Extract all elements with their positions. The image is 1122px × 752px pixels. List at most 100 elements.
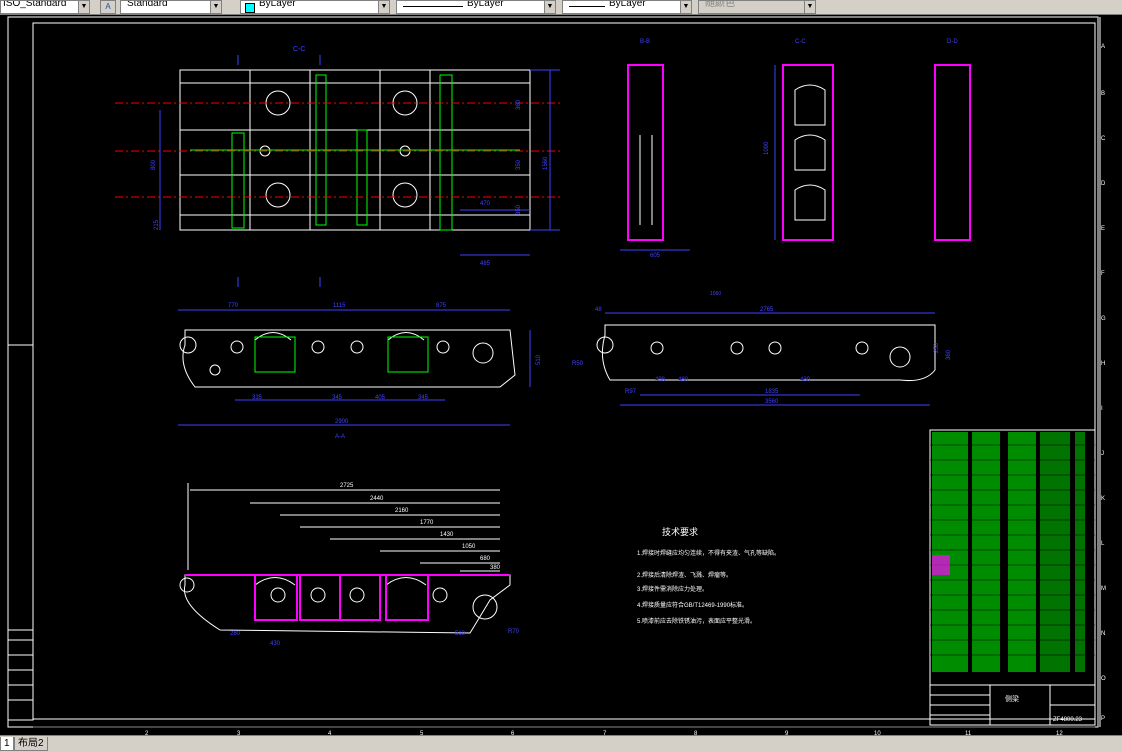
text-style-icon[interactable]: A — [100, 0, 116, 14]
dim-label: 360 — [516, 99, 522, 110]
color-swatch-icon — [245, 3, 255, 13]
dim-label: 215 — [154, 219, 160, 230]
dim-label: 345 — [418, 395, 429, 401]
dim-label: 498 — [655, 377, 666, 383]
dim-label: 2160 — [395, 508, 409, 514]
dim-label: 1560 — [543, 156, 549, 170]
plot-style-dropdown[interactable]: 随颜色 ▼ — [698, 0, 816, 14]
dim-label: 2440 — [370, 496, 384, 502]
section-views: B-B C-C D-D 605 1090 — [620, 39, 971, 259]
layer-color-dropdown[interactable]: ByLayer ▼ — [240, 0, 390, 14]
ruler-right: A B C D E F G H I J K L M N O P — [1101, 44, 1106, 722]
notes-title: 技术要求 — [662, 526, 698, 537]
view-label: A-A — [335, 434, 345, 440]
note-line: 1.焊接时焊缝应均匀连续，不得有夹渣、气孔等缺陷。 — [637, 549, 780, 557]
dim-label: 2765 — [760, 307, 774, 313]
dim-label: 875 — [436, 303, 447, 309]
ruler-label: N — [1101, 631, 1105, 637]
dim-label: R70 — [508, 629, 520, 635]
ruler-label: M — [1101, 586, 1106, 592]
dim-label: 280 — [230, 631, 241, 637]
ruler-label: C — [1101, 136, 1106, 142]
dimension-style-dropdown[interactable]: ISO_Standard ▼ — [0, 0, 90, 14]
ruler-label: B — [1101, 91, 1105, 97]
section-label: D-D — [947, 39, 958, 45]
ruler-label: H — [1101, 361, 1105, 367]
tab-label: 布局2 — [18, 738, 44, 749]
chevron-down-icon[interactable]: ▼ — [680, 1, 691, 13]
lineweight-sample-icon — [569, 6, 605, 7]
ruler-label: F — [1101, 271, 1105, 277]
section-label: C-C — [795, 39, 806, 45]
dim-label: 250 — [934, 342, 940, 353]
dim-label: 1060 — [710, 291, 721, 297]
chevron-down-icon[interactable]: ▼ — [544, 1, 555, 13]
section-label: B-B — [640, 39, 650, 45]
dim-label: 510 — [455, 631, 466, 637]
plot-style-value: 随颜色 — [705, 0, 735, 9]
bottom-elevation-view: 2725 2440 2160 1770 1430 1050 680 380 43… — [179, 483, 520, 647]
text-style-dropdown[interactable]: Standard ▼ — [120, 0, 222, 14]
chevron-down-icon[interactable]: ▼ — [378, 1, 389, 13]
dim-label: 350 — [516, 159, 522, 170]
dim-label: 1770 — [420, 520, 434, 526]
dim-label: 350 — [516, 204, 522, 215]
dim-label: 1835 — [765, 389, 779, 395]
linetype-value: ByLayer — [467, 0, 504, 9]
ruler-label: J — [1101, 451, 1104, 457]
technical-notes: 技术要求 1.焊接时焊缝应均匀连续，不得有夹渣、气孔等缺陷。 2.焊接后清除焊渣… — [637, 526, 780, 625]
dim-label: 48 — [595, 307, 602, 313]
dim-label: 335 — [252, 395, 263, 401]
note-line: 4.焊接质量应符合GB/T12469-1990标准。 — [637, 601, 748, 609]
side-elevation-view: 770 1115 875 335 345 405 345 2900 510 A-… — [178, 303, 542, 440]
drawing-number: ZF4800.23 — [1053, 717, 1083, 723]
dim-label: 680 — [480, 556, 491, 562]
dim-label: 1090 — [764, 141, 770, 155]
dim-label: 510 — [536, 354, 542, 365]
dim-label: 1430 — [440, 532, 454, 538]
dim-label: 480 — [678, 377, 689, 383]
ruler-label: L — [1101, 541, 1105, 547]
dim-label: 380 — [490, 565, 501, 571]
dim-label: 485 — [480, 261, 491, 267]
ruler-label: D — [1101, 181, 1106, 187]
dim-label: 470 — [480, 201, 491, 207]
ruler-label: I — [1101, 406, 1103, 412]
ruler-label: O — [1101, 676, 1106, 682]
dim-label: 430 — [800, 377, 811, 383]
dim-label: 345 — [332, 395, 343, 401]
dim-label: R97 — [625, 389, 637, 395]
dimension-style-value: ISO_Standard — [3, 0, 67, 9]
ruler-label: E — [1101, 226, 1105, 232]
lineweight-value: ByLayer — [609, 0, 646, 9]
chevron-down-icon[interactable]: ▼ — [78, 1, 89, 13]
layout-tab-bar: 1 布局2 — [0, 735, 1122, 752]
text-style-value: Standard — [127, 0, 168, 9]
dim-label: 405 — [375, 395, 386, 401]
dim-label: 770 — [228, 303, 239, 309]
note-line: 5.喷漆前应去除铁锈油污，表面应平整光滑。 — [637, 617, 756, 625]
plan-view: 800 215 1560 350 470 485 360 350 C-C — [115, 46, 560, 287]
linetype-sample-icon — [403, 6, 463, 7]
drawing-canvas[interactable]: 800 215 1560 350 470 485 360 350 C-C B-B… — [0, 15, 1122, 735]
chevron-down-icon[interactable]: ▼ — [210, 1, 221, 13]
tab-layout1[interactable]: 1 — [0, 737, 14, 751]
tab-layout2[interactable]: 布局2 — [14, 737, 48, 751]
dim-label: 430 — [270, 641, 281, 647]
dim-label: 800 — [151, 159, 157, 170]
dim-label: 3560 — [765, 399, 779, 405]
ruler-label: K — [1101, 496, 1105, 502]
ruler-label: A — [1101, 44, 1105, 50]
lineweight-dropdown[interactable]: ByLayer ▼ — [562, 0, 692, 14]
layer-color-value: ByLayer — [259, 0, 296, 9]
dim-label: R50 — [572, 361, 584, 367]
dim-label: 2900 — [335, 419, 349, 425]
linetype-dropdown[interactable]: ByLayer ▼ — [396, 0, 556, 14]
ruler-label: G — [1101, 316, 1106, 322]
tab-label: 1 — [4, 738, 10, 749]
section-marker-label: C-C — [293, 46, 305, 53]
dim-label: 2725 — [340, 483, 354, 489]
chevron-down-icon[interactable]: ▼ — [804, 1, 815, 13]
dim-label: 1115 — [333, 303, 346, 309]
right-side-view: 48 2765 1835 480 430 3560 R50 R97 498 25… — [572, 291, 952, 406]
